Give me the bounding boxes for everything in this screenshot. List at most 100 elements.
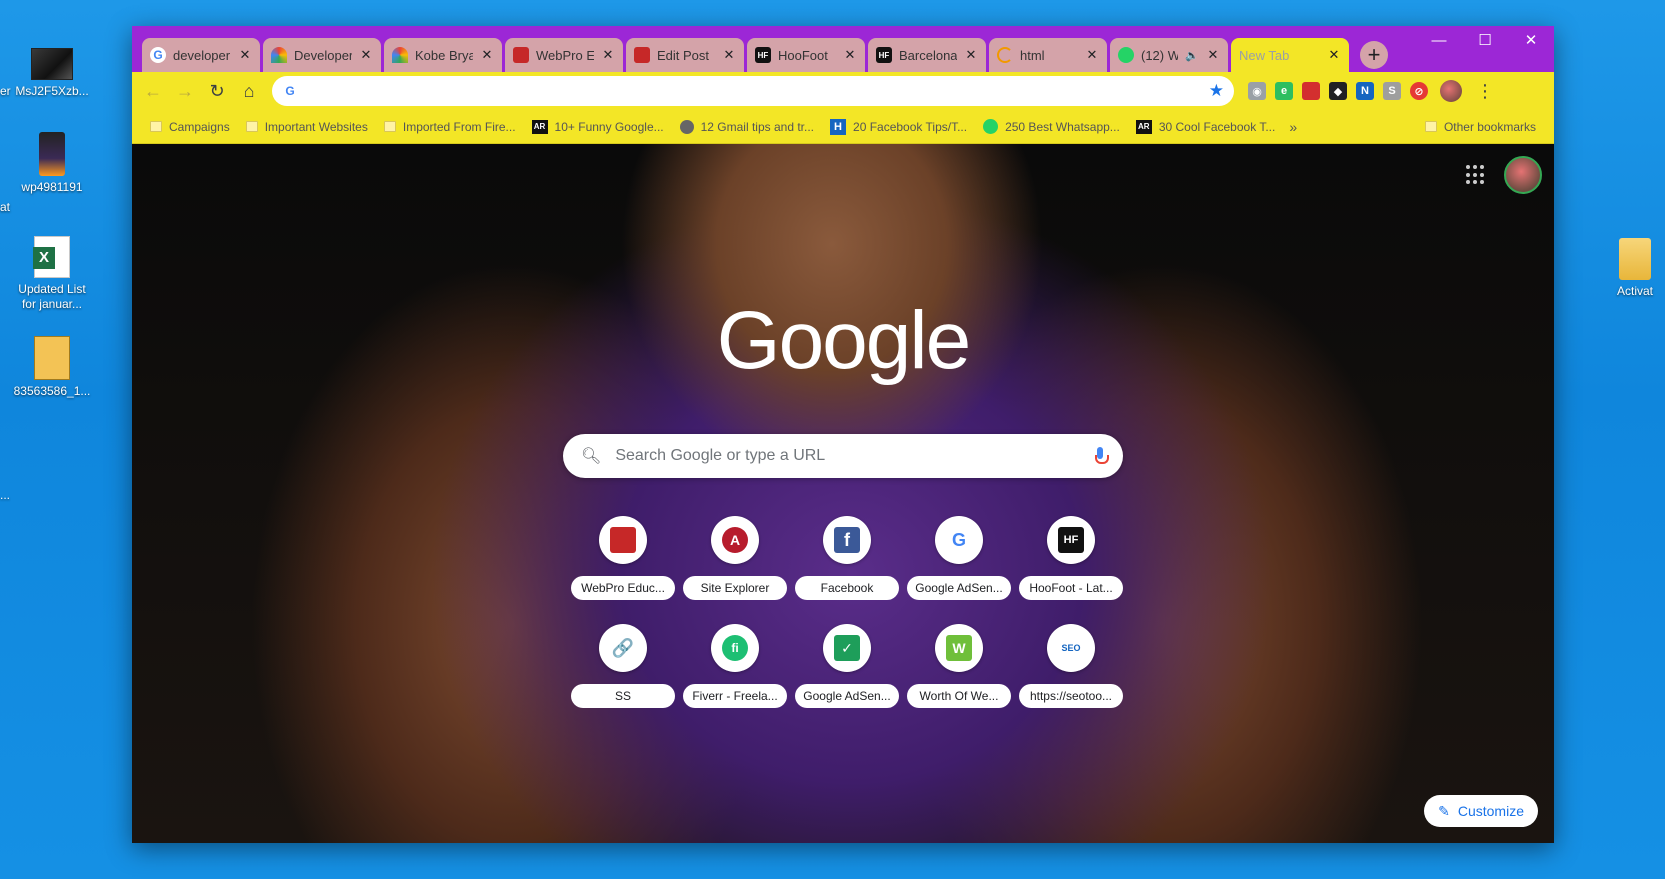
shortcut-google-adsense-1[interactable]: G Google AdSen... [903,516,1015,600]
shortcut-fiverr[interactable]: fi Fiverr - Freela... [679,624,791,708]
shortcut-ss[interactable]: 🔗 SS [567,624,679,708]
tab-whatsapp[interactable]: (12) W 🔈 ✕ [1110,38,1228,72]
folder-icon [1424,121,1437,132]
close-icon[interactable]: ✕ [1206,47,1220,63]
close-icon[interactable]: ✕ [359,47,373,63]
bookmark-facebook-tips[interactable]: H 20 Facebook Tips/T... [822,118,975,135]
desktop-icon-excel[interactable]: X Updated List for januar... [8,236,96,312]
shortcut-hoofoot[interactable]: HF HooFoot - Lat... [1015,516,1127,600]
desktop-icon-image-3[interactable]: 83563586_1... [8,336,96,399]
desktop-icon-folder[interactable]: Activat [1600,238,1665,299]
close-icon[interactable]: ✕ [1327,47,1341,63]
close-icon[interactable]: ✕ [601,47,615,63]
bookmark-campaigns[interactable]: Campaigns [142,120,238,134]
shortcut-label: Worth Of We... [907,684,1011,708]
bookmarks-overflow-button[interactable]: » [1289,119,1297,135]
shortcut-worth-of-web[interactable]: W Worth Of We... [903,624,1015,708]
minimize-button[interactable]: — [1416,26,1462,56]
back-button[interactable]: ← [140,78,166,104]
customize-label: Customize [1457,803,1524,819]
bookmark-cool-facebook[interactable]: AR 30 Cool Facebook T... [1128,119,1284,134]
ad-blocker-icon[interactable]: ⊘ [1410,82,1428,100]
hoofoot-icon: HF [755,47,771,63]
ahrefs-icon: A [711,516,759,564]
omnibox[interactable]: G ★ [272,76,1234,106]
tab-edit-post[interactable]: Edit Post ✕ [626,38,744,72]
camera-icon[interactable]: ◉ [1248,82,1266,100]
menu-icon[interactable]: ⋮ [1476,81,1494,102]
desktop-icon-image-1[interactable]: MsJ2F5Xzb... [8,48,96,99]
h-icon: H [830,118,847,135]
tab-title: Barcelona [899,47,957,63]
shortcut-webpro[interactable]: WebPro Educ... [567,516,679,600]
search-input[interactable] [615,447,1081,465]
close-icon[interactable]: ✕ [722,47,736,63]
extension-icons: ◉ e ◆ N S ⊘ [1248,82,1428,100]
tab-title: Developer [294,47,352,63]
reload-button[interactable]: ↻ [204,78,230,104]
tab-developer-1[interactable]: G developer ✕ [142,38,260,72]
search-icon: 🔍︎ [581,448,602,465]
evernote-icon[interactable]: e [1275,82,1293,100]
n-extension-icon[interactable]: N [1356,82,1374,100]
customize-button[interactable]: ✎ Customize [1424,795,1538,827]
speaker-icon[interactable]: 🔈 [1185,49,1199,62]
close-window-button[interactable]: ✕ [1508,26,1554,56]
bookmark-label: 250 Best Whatsapp... [1005,119,1120,134]
shortcut-tiles: WebPro Educ... A Site Explorer f Faceboo… [567,516,1127,708]
layers-icon[interactable]: ◆ [1329,82,1347,100]
bookmark-important-websites[interactable]: Important Websites [238,120,376,134]
tab-title: HooFoot [778,47,828,63]
tab-developer-2[interactable]: Developer ✕ [263,38,381,72]
shortcut-label: WebPro Educ... [571,576,675,600]
desktop-icon-image-2[interactable]: wp4981191 [8,132,96,195]
bookmark-whatsapp[interactable]: 250 Best Whatsapp... [975,119,1128,134]
close-icon[interactable]: ✕ [843,47,857,63]
other-bookmarks[interactable]: Other bookmarks [1417,120,1544,134]
shortcut-site-explorer[interactable]: A Site Explorer [679,516,791,600]
avatar[interactable] [1440,80,1462,102]
ntp-search-box[interactable]: 🔍︎ [563,434,1123,478]
image-thumbnail-icon [31,48,73,80]
close-icon[interactable]: ✕ [1085,47,1099,63]
tab-barcelona[interactable]: HF Barcelona ✕ [868,38,986,72]
shortcut-label: https://seotoo... [1019,684,1123,708]
whatsapp-icon [1118,47,1134,63]
bookmark-gmail-tips[interactable]: 12 Gmail tips and tr... [672,119,822,134]
bookmark-label: 10+ Funny Google... [554,119,664,134]
desktop-icon-label: Updated List for januar... [18,282,86,311]
s-extension-icon[interactable]: S [1383,82,1401,100]
avatar[interactable] [1504,156,1542,194]
bookmark-imported[interactable]: Imported From Fire... [376,120,524,134]
tab-webpro[interactable]: WebPro E ✕ [505,38,623,72]
tab-hoofoot[interactable]: HF HooFoot ✕ [747,38,865,72]
new-tab-button[interactable]: + [1360,41,1388,69]
shortcut-label: SS [571,684,675,708]
bookmark-label: 20 Facebook Tips/T... [853,119,968,134]
home-button[interactable]: ⌂ [236,78,262,104]
maximize-button[interactable]: ☐ [1462,26,1508,56]
whatsapp-icon [983,119,999,134]
shortcut-google-adsense-2[interactable]: ✓ Google AdSen... [791,624,903,708]
tab-new-tab[interactable]: New Tab ✕ [1231,38,1349,72]
shortcut-label: Facebook [795,576,899,600]
shortcut-facebook[interactable]: f Facebook [791,516,903,600]
shortcut-seotools[interactable]: SEO https://seotoo... [1015,624,1127,708]
seo-tools-icon: SEO [1047,624,1095,672]
address-input[interactable] [308,83,1199,99]
rainbow-icon [271,47,287,63]
forward-button[interactable]: → [172,78,198,104]
bookmark-funny-google[interactable]: AR 10+ Funny Google... [524,119,672,134]
close-icon[interactable]: ✕ [480,47,494,63]
microphone-icon[interactable] [1095,447,1109,465]
tab-kobe[interactable]: Kobe Brya ✕ [384,38,502,72]
tab-title: developer [173,47,231,63]
fiverr-icon: fi [711,624,759,672]
star-icon[interactable]: ★ [1209,81,1224,101]
checkmark-icon: ✓ [823,624,871,672]
close-icon[interactable]: ✕ [238,47,252,63]
close-icon[interactable]: ✕ [964,47,978,63]
apps-grid-icon[interactable] [1466,165,1486,185]
tab-html[interactable]: html ✕ [989,38,1107,72]
bookmark-extension-icon[interactable] [1302,82,1320,100]
